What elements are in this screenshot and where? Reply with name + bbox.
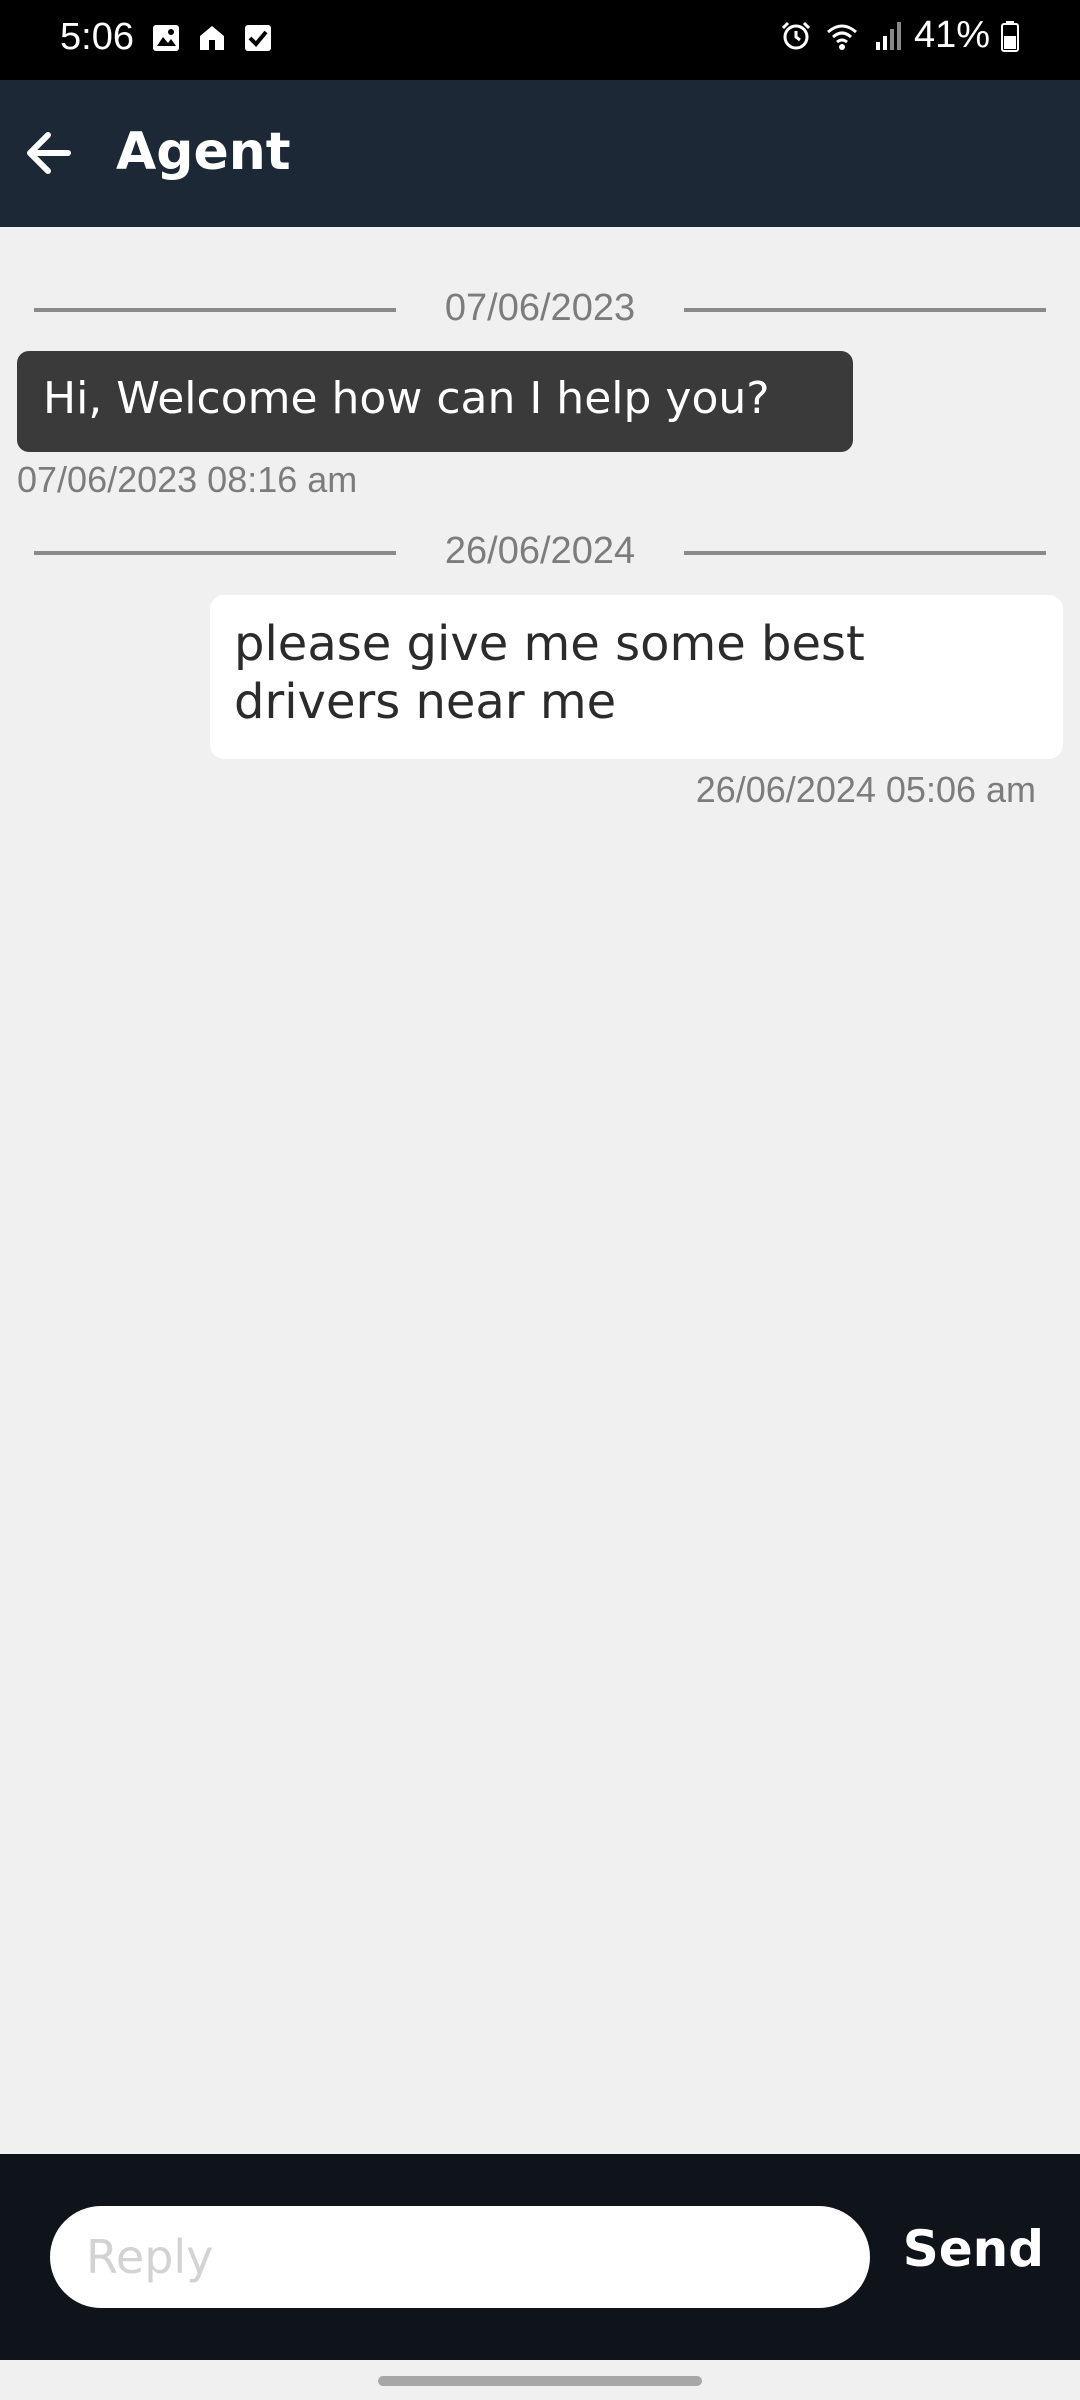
date-separator: 07/06/2023 <box>34 279 1046 339</box>
home-icon <box>200 26 224 50</box>
alarm-icon <box>781 21 810 49</box>
message-timestamp: 26/06/2024 05:06 am <box>695 769 1036 810</box>
status-time: 5:06 <box>60 16 134 58</box>
status-right: 41% <box>780 14 1020 57</box>
home-handle[interactable] <box>378 2376 702 2386</box>
battery-icon <box>1001 20 1019 52</box>
checkbox-icon <box>245 25 271 51</box>
outgoing-message[interactable]: please give me some best drivers near me <box>210 595 1063 759</box>
date-label: 07/06/2023 <box>444 287 636 329</box>
battery-percent: 41% <box>913 14 990 56</box>
date-separator: 26/06/2024 <box>34 522 1046 582</box>
page-title: Agent <box>116 122 291 182</box>
status-left-icons <box>150 22 274 54</box>
app-bar: Agent <box>0 80 1080 227</box>
status-bar: 5:06 41% <box>0 0 1080 80</box>
arrow-left-icon[interactable] <box>22 125 78 181</box>
date-label: 26/06/2024 <box>444 530 636 572</box>
gesture-bar <box>0 2360 1080 2400</box>
wifi-icon <box>826 24 857 50</box>
reply-input[interactable] <box>50 2206 870 2308</box>
incoming-message[interactable]: Hi, Welcome how can I help you? <box>17 351 853 452</box>
message-timestamp: 07/06/2023 08:16 am <box>17 459 358 500</box>
gallery-icon <box>153 25 179 51</box>
signal-icon <box>875 21 901 50</box>
send-button[interactable]: Send <box>903 2220 1044 2278</box>
reply-composer: Send <box>0 2154 1080 2360</box>
chat-area[interactable]: 07/06/2023 Hi, Welcome how can I help yo… <box>0 227 1080 2154</box>
